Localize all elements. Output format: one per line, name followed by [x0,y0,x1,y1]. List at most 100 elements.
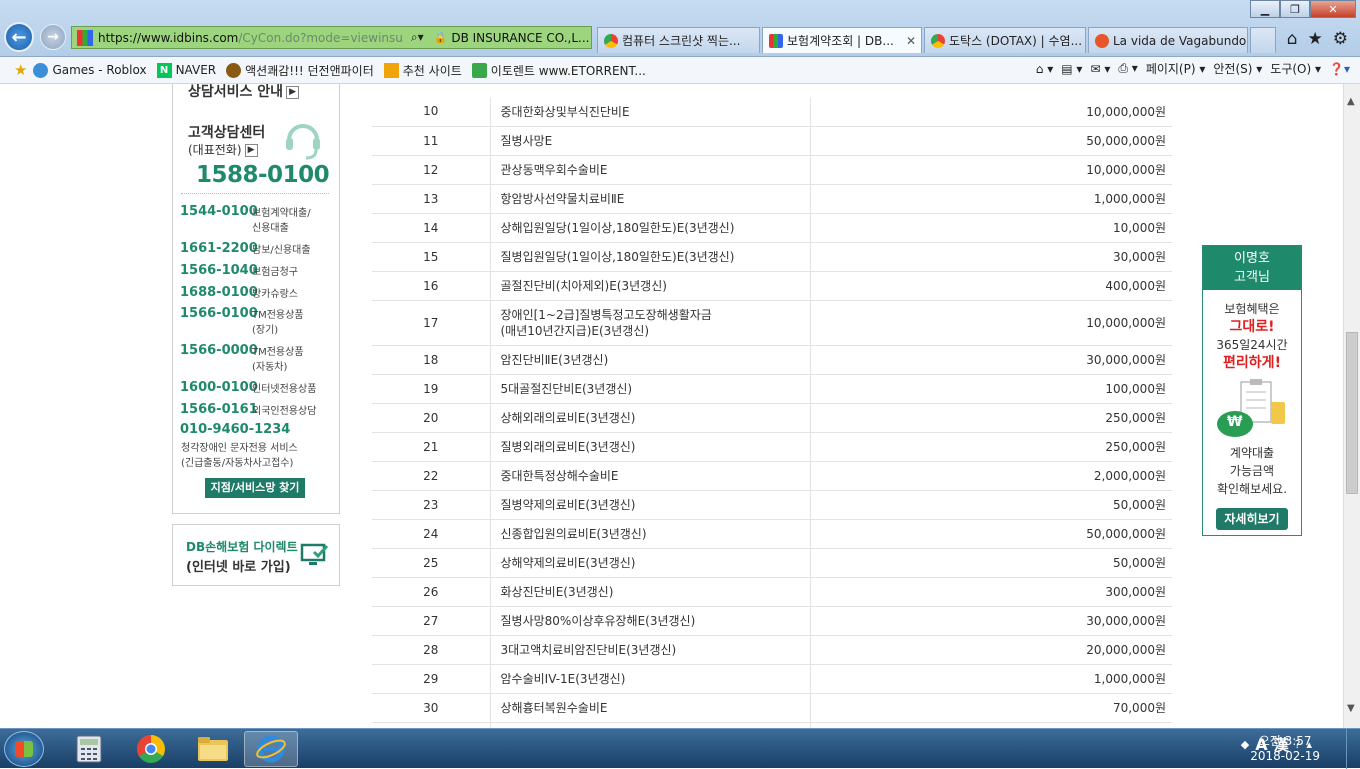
ie-icon [33,62,49,78]
show-desktop-button[interactable] [1346,729,1360,769]
clock-date: 2018-02-19 [1250,749,1320,763]
page-menu[interactable]: 페이지(P) ▾ [1146,60,1206,77]
taskbar-explorer[interactable] [186,731,240,767]
coverage-amount: 300,000원 [810,577,1172,607]
taskbar: ◆ A 漢 ? ▴ 오전 3:57 2018-02-19 [0,728,1360,769]
coverage-amount: 1,000,000원 [810,184,1172,214]
main-phone-number: 1588-0100 [196,162,330,188]
taskbar-ie[interactable] [244,731,298,767]
start-button[interactable] [4,731,44,767]
favorite-item[interactable]: 이토렌트 www.ETORRENT... [471,62,646,79]
table-row: 15 질병입원일당(1일이상,180일한도)E(3년갱신) 30,000원 [372,242,1172,272]
coverage-name: 화상진단비E(3년갱신) [490,577,811,607]
coverage-amount: 10,000,000원 [810,155,1172,185]
tab-label: 도탁스 (DOTAX) | 수염... [949,34,1083,48]
direct-subtitle[interactable]: (인터넷 바로 가입) [186,556,291,575]
coverage-name: 장애인[1~2급]질병특정고도장해생활자금 (매년10년간지급)E(3년갱신) [490,300,811,346]
lock-icon[interactable]: 🔒 [434,31,448,44]
vertical-scrollbar[interactable]: ▲ ▼ [1343,84,1360,728]
favorite-item[interactable]: Games - Roblox [33,62,147,78]
back-button[interactable]: ← [4,22,34,52]
taskbar-calculator[interactable] [62,731,116,767]
table-row: 21 질병외래의료비E(3년갱신) 250,000원 [372,432,1172,462]
contact-desc: TM전용상품 (자동차) [252,347,304,373]
close-window-button[interactable]: ✕ [1310,0,1356,18]
contact-number: 1688-0100 [180,285,258,300]
calculator-icon [76,735,102,763]
search-icon[interactable]: ⌕▾ [411,30,424,45]
dnf-icon [226,62,242,78]
clock[interactable]: 오전 3:57 2018-02-19 [1250,734,1320,764]
coverage-amount: 50,000,000원 [810,126,1172,156]
branch-finder-button[interactable]: 지점/서비스망 찾기 [205,478,305,498]
address-bar[interactable]: https://www.idbins.com/CyCon.do?mode=vie… [71,26,592,49]
contact-desc: 인터넷전용상품 [252,384,317,395]
network-icon[interactable]: ◆ [1241,738,1249,751]
table-row: 30 상해흉터복원수술비E 70,000원 [372,693,1172,723]
scroll-up-icon[interactable]: ▲ [1347,96,1355,107]
table-row: 12 관상동맥우회수술비E 10,000,000원 [372,155,1172,185]
direct-title[interactable]: DB손해보험 다이렉트 [186,538,298,555]
tab-3[interactable]: 도탁스 (DOTAX) | 수염... [924,27,1086,53]
contact-number: 010-9460-1234 [180,422,291,437]
coverage-name: 상해흉터복원수술비E [490,693,811,723]
close-tab-icon[interactable]: ✕ [906,34,916,48]
user-name: 이명호 [1234,251,1270,266]
user-suffix: 고객님 [1234,270,1270,285]
table-row: 25 상해약제의료비E(3년갱신) 50,000원 [372,548,1172,578]
banner-header: 이명호 고객님 [1203,246,1301,290]
favorites-add-icon[interactable]: ★ [14,61,27,79]
page-content: 상담서비스 안내 ▶ 고객상담센터 (대표전화) ▶ 1588-0100 1544-… [0,84,1343,728]
details-button[interactable]: 자세히보기 [1216,508,1288,530]
banner-text: 가능금액 [1229,464,1275,478]
coverage-name: 3대고액치료비암진단비E(3년갱신) [490,635,811,665]
coverage-name: 골절진단비(치아제외)E(3년갱신) [490,271,811,301]
favorite-item[interactable]: 액션쾌감!!! 던전앤파이터 [226,62,374,79]
tab-4[interactable]: La vida de Vagabundo ... [1088,27,1248,53]
home-icon[interactable]: ⌂ ▾ [1036,62,1053,76]
coverage-amount: 2,000,000원 [810,461,1172,491]
rss-feed-icon[interactable]: ▤ ▾ [1061,62,1082,76]
coverage-amount: 50,000원 [810,490,1172,520]
mail-icon[interactable]: ✉ ▾ [1090,62,1110,76]
row-number: 12 [372,155,491,185]
new-tab-button[interactable] [1250,27,1276,53]
coverage-name: 질병사망80%이상후유장해E(3년갱신) [490,606,811,636]
loan-banner[interactable]: 이명호 고객님 보험혜택은 그대로! 365일24시간 편리하게! ₩ 계약대출… [1202,245,1302,536]
coverage-amount: 30,000원 [810,242,1172,272]
site-favicon-icon [77,29,93,46]
minimize-button[interactable]: ▁ [1250,0,1280,18]
table-row: 28 3대고액치료비암진단비E(3년갱신) 20,000,000원 [372,635,1172,665]
favorite-item[interactable]: 추천 사이트 [383,62,462,79]
coverage-table: 10 중대한화상및부식진단비E 10,000,000원 11 질병사망E 50,000,0… [372,97,1172,728]
favorite-item[interactable]: N NAVER [156,62,216,78]
help-icon[interactable]: ❓▾ [1329,62,1350,76]
home-icon[interactable]: ⌂ [1287,29,1298,49]
row-number: 11 [372,126,491,156]
tab-2[interactable]: 보험계약조회 | DB... ✕ [762,27,922,53]
bing-icon [383,62,399,78]
safety-menu[interactable]: 안전(S) ▾ [1213,60,1262,77]
taskbar-chrome[interactable] [124,731,178,767]
customer-center-title: 고객상담센터 [188,125,266,141]
coverage-amount: 50,000,000원 [810,519,1172,549]
forward-button[interactable]: → [40,24,66,50]
settings-gear-icon[interactable]: ⚙ [1333,29,1348,49]
tools-menu[interactable]: 도구(O) ▾ [1270,60,1321,77]
tab-1[interactable]: 컴퓨터 스크린샷 찍는... [597,27,760,53]
customer-center-sub[interactable]: (대표전화) ▶ [188,141,258,158]
consult-service-title[interactable]: 상담서비스 안내 ▶ [188,84,300,101]
coverage-name: 암진단비ⅡE(3년갱신) [490,345,811,375]
browser-top-icons: ⌂ ★ ⚙ [1287,29,1348,49]
row-number: 16 [372,271,491,301]
command-bar: ⌂ ▾ ▤ ▾ ✉ ▾ ⎙ ▾ 페이지(P) ▾ 안전(S) ▾ 도구(O) ▾… [1036,60,1350,77]
coverage-name: 5대골절진단비E(3년갱신) [490,374,811,404]
favorites-star-icon[interactable]: ★ [1308,29,1323,49]
maximize-button[interactable]: ❐ [1280,0,1310,18]
contact-number: 1566-1040 [180,263,258,278]
scroll-thumb[interactable] [1346,332,1358,494]
site-identity[interactable]: DB INSURANCE CO.,L... [451,31,589,45]
print-icon[interactable]: ⎙ ▾ [1118,61,1137,76]
table-row: 11 질병사망E 50,000,000원 [372,126,1172,156]
scroll-down-icon[interactable]: ▼ [1347,703,1355,714]
